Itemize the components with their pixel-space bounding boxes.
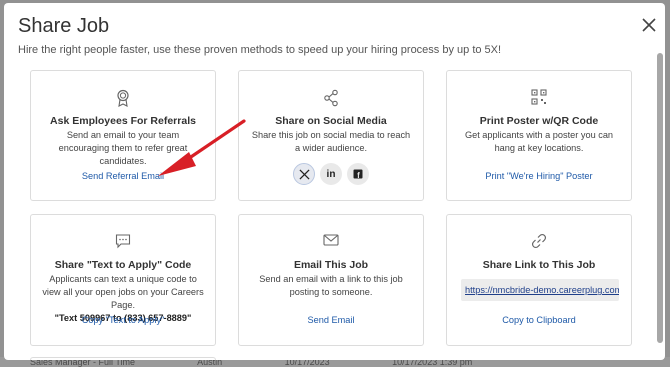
envelope-icon (239, 233, 423, 251)
copy-to-clipboard-link[interactable]: Copy to Clipboard (447, 315, 631, 325)
card-email-job: Email This Job Send an email with a link… (238, 214, 424, 346)
card-title: Share on Social Media (275, 115, 387, 127)
svg-text:f: f (357, 171, 360, 179)
card-title: Ask Employees For Referrals (50, 115, 196, 127)
card-share-link: Share Link to This Job https://nmcbride-… (446, 214, 632, 346)
card-partial (30, 357, 216, 360)
linkedin-icon[interactable]: in (320, 163, 342, 185)
card-description: Get applicants with a poster you can han… (464, 130, 614, 153)
share-icon (239, 89, 423, 107)
card-title: Share "Text to Apply" Code (54, 259, 192, 271)
card-description: Send an email with a link to this job po… (259, 274, 403, 297)
modal-title: Share Job (18, 15, 110, 37)
print-poster-link[interactable]: Print "We're Hiring" Poster (447, 171, 631, 181)
chat-bubble-icon (31, 233, 215, 251)
card-title: Email This Job (293, 259, 369, 271)
card-social-media: Share on Social Media Share this job on … (238, 70, 424, 201)
send-email-link[interactable]: Send Email (239, 315, 423, 325)
card-title: Share Link to This Job (482, 259, 596, 271)
copy-text-to-apply-link[interactable]: Copy "Text to Apply" (31, 315, 215, 325)
share-job-modal: Share Job Hire the right people faster, … (4, 3, 665, 360)
modal-scrollbar[interactable] (657, 53, 663, 353)
social-buttons: in f (239, 163, 423, 185)
card-referrals: Ask Employees For Referrals Send an emai… (30, 70, 216, 201)
card-description: Share this job on social media to reach … (251, 130, 411, 153)
card-description: Send an email to your team encouraging t… (58, 130, 188, 166)
facebook-icon[interactable]: f (347, 163, 369, 185)
card-text-to-apply: Share "Text to Apply" Code Applicants ca… (30, 214, 216, 346)
send-referral-email-link[interactable]: Send Referral Email (31, 171, 215, 181)
scrollbar-thumb[interactable] (657, 53, 663, 343)
card-description-text: Applicants can text a unique code to vie… (42, 274, 204, 310)
link-icon (447, 233, 631, 251)
award-ribbon-icon (31, 89, 215, 107)
qr-code-icon (447, 89, 631, 107)
modal-subtitle: Hire the right people faster, use these … (18, 44, 502, 56)
card-qr-poster: Print Poster w/QR Code Get applicants wi… (446, 70, 632, 201)
x-twitter-icon[interactable] (293, 163, 315, 185)
card-title: Print Poster w/QR Code (479, 115, 599, 127)
close-icon[interactable] (641, 17, 657, 33)
job-url-field[interactable]: https://nmcbride-demo.careerplug.com/jo (461, 279, 619, 301)
